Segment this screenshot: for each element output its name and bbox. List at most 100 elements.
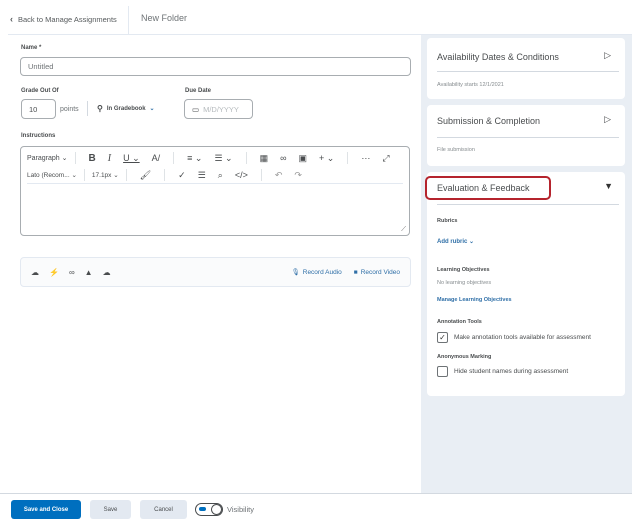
- italic-icon[interactable]: I: [108, 153, 111, 164]
- instructions-editor[interactable]: Paragraph ⌄ B I U ⌄ A/ ≡ ⌄ ☰ ⌄ ▦ ∞ ▣ + ⌄…: [20, 146, 410, 236]
- rubrics-label: Rubrics: [437, 218, 458, 224]
- text-format-icon[interactable]: A/: [152, 153, 161, 163]
- divider: [87, 101, 88, 116]
- divider: [125, 169, 127, 181]
- record-video-button[interactable]: ■ Record Video: [354, 269, 400, 276]
- record-audio-label: Record Audio: [302, 268, 342, 276]
- pin-icon: ⚲: [97, 104, 103, 113]
- grade-input[interactable]: 10: [21, 99, 56, 119]
- divider: [437, 137, 619, 138]
- collapse-icon[interactable]: ▼: [604, 181, 613, 191]
- divider: [245, 152, 247, 164]
- due-date-placeholder: M/D/YYYY: [203, 104, 239, 114]
- save-and-close-button[interactable]: Save and Close: [11, 500, 81, 519]
- format-painter-icon[interactable]: 🖌: [140, 170, 151, 181]
- grade-label: Grade Out Of: [21, 88, 59, 94]
- insert-more-icon[interactable]: + ⌄: [319, 153, 334, 164]
- add-rubric-label: Add rubric: [437, 239, 468, 245]
- visibility-label: Visibility: [227, 505, 254, 514]
- submission-card[interactable]: Submission & Completion ▷ File submissio…: [427, 105, 625, 166]
- divider: [173, 152, 175, 164]
- quicklink-icon[interactable]: ⚡: [49, 268, 59, 277]
- onedrive-icon[interactable]: ☁: [103, 268, 111, 277]
- resize-handle-icon[interactable]: ⟋: [401, 226, 406, 234]
- eye-icon: [199, 507, 206, 511]
- bold-icon[interactable]: B: [89, 153, 96, 164]
- submission-title: Submission & Completion: [437, 116, 541, 126]
- chevron-down-icon: ⌄: [469, 239, 475, 245]
- annotation-checkbox-row[interactable]: ✓ Make annotation tools available for ass…: [437, 332, 591, 343]
- list-icon[interactable]: ☰ ⌄: [214, 153, 232, 164]
- manage-objectives-link[interactable]: Manage Learning Objectives: [437, 297, 512, 303]
- gradebook-label: In Gradebook: [106, 105, 146, 112]
- annotation-tools-label: Annotation Tools: [437, 319, 482, 325]
- divider: [74, 152, 76, 164]
- save-button[interactable]: Save: [90, 500, 131, 519]
- undo-icon[interactable]: ↶: [275, 170, 283, 181]
- no-objectives-text: No learning objectives: [437, 280, 492, 286]
- back-label: Back to Manage Assignments: [18, 14, 117, 24]
- instructions-label: Instructions: [21, 133, 56, 139]
- google-drive-icon[interactable]: ▲: [85, 268, 93, 277]
- expand-icon[interactable]: ▷: [604, 114, 611, 125]
- cancel-button[interactable]: Cancel: [140, 500, 187, 519]
- attachments-bar: ☁ ⚡ ∞ ▲ ☁ 🎙 Record Audio ■ Record Video: [20, 257, 411, 287]
- divider: [128, 6, 129, 34]
- font-label: Lato (Recom...: [27, 172, 70, 179]
- size-select[interactable]: 17.1px ⌄: [92, 171, 119, 179]
- paragraph-label: Paragraph: [27, 155, 60, 162]
- availability-summary: Availability starts 12/1/2021: [437, 82, 504, 88]
- microphone-icon: 🎙: [291, 269, 300, 276]
- divider: [437, 71, 619, 72]
- source-code-icon[interactable]: </>: [235, 170, 248, 180]
- evaluation-card: Evaluation & Feedback ▼ Rubrics Add rubr…: [425, 172, 625, 396]
- link-icon[interactable]: ∞: [69, 268, 75, 277]
- learning-objectives-label: Learning Objectives: [437, 267, 490, 273]
- visibility-toggle[interactable]: [195, 503, 223, 516]
- add-rubric-button[interactable]: Add rubric ⌄: [437, 238, 474, 245]
- size-label: 17.1px: [91, 172, 112, 179]
- footer-divider: [0, 493, 632, 494]
- page-title: New Folder: [141, 13, 188, 23]
- due-date-input[interactable]: ▭ M/D/YYYY: [184, 99, 253, 119]
- checkbox-unchecked[interactable]: [437, 366, 448, 377]
- submission-summary: File submission: [437, 147, 475, 153]
- evaluation-title[interactable]: Evaluation & Feedback: [437, 183, 530, 193]
- paragraph-select[interactable]: Paragraph ⌄: [27, 154, 68, 162]
- upload-icon[interactable]: ☁: [31, 268, 39, 277]
- link-icon[interactable]: ∞: [280, 153, 286, 163]
- availability-title: Availability Dates & Conditions: [437, 52, 559, 62]
- underline-icon[interactable]: U ⌄: [123, 153, 140, 164]
- settings-panel: Availability Dates & Conditions ▷ Availa…: [421, 35, 632, 493]
- find-replace-icon[interactable]: ⌕: [218, 170, 223, 181]
- chevron-down-icon: ⌄: [149, 106, 155, 112]
- horizontal-rule-icon[interactable]: ☰: [198, 170, 206, 181]
- availability-card[interactable]: Availability Dates & Conditions ▷ Availa…: [427, 38, 625, 99]
- fullscreen-icon[interactable]: ⤢: [382, 153, 389, 164]
- annotation-option-label: Make annotation tools available for asse…: [454, 334, 591, 341]
- chevron-left-icon: ‹: [10, 14, 13, 24]
- more-icon[interactable]: ⋯: [361, 153, 370, 164]
- record-video-label: Record Video: [360, 268, 400, 276]
- anonymous-checkbox-row[interactable]: Hide student names during assessment: [437, 366, 568, 377]
- record-audio-button[interactable]: 🎙 Record Audio: [291, 268, 342, 277]
- expand-icon[interactable]: ▷: [604, 50, 611, 61]
- image-icon[interactable]: ▣: [299, 153, 308, 164]
- calendar-icon: ▭: [192, 104, 200, 114]
- gradebook-dropdown[interactable]: ⚲ In Gradebook ⌄: [97, 104, 155, 113]
- insert-stuff-icon[interactable]: ▦: [260, 153, 269, 164]
- accessibility-check-icon[interactable]: ✓: [178, 170, 186, 181]
- name-label: Name *: [21, 45, 42, 51]
- font-select[interactable]: Lato (Recom... ⌄: [27, 171, 77, 179]
- video-camera-icon: ■: [353, 268, 358, 276]
- divider: [437, 204, 619, 205]
- checkbox-checked[interactable]: ✓: [437, 332, 448, 343]
- back-link[interactable]: ‹ Back to Manage Assignments: [10, 14, 117, 24]
- divider: [164, 169, 166, 181]
- due-date-label: Due Date: [185, 88, 212, 94]
- divider: [347, 152, 349, 164]
- align-icon[interactable]: ≡ ⌄: [187, 153, 202, 164]
- redo-icon[interactable]: ↷: [294, 170, 302, 181]
- toolbar-divider: [27, 183, 403, 184]
- name-input[interactable]: Untitled: [20, 57, 411, 76]
